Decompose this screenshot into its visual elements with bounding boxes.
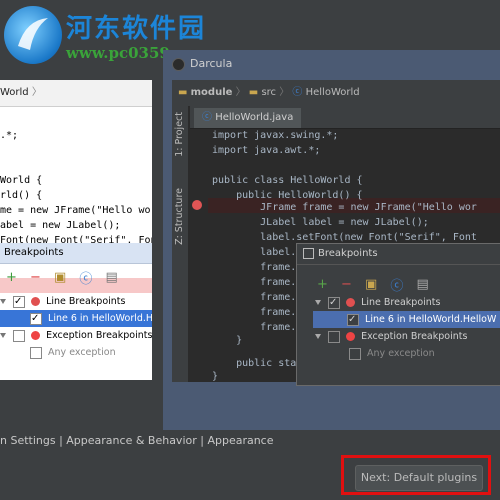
code-line: label. <box>212 247 297 258</box>
tree-item-line-6[interactable]: Line 6 in HelloWorld.HelloW <box>0 310 152 327</box>
remove-icon[interactable]: − <box>30 270 41 285</box>
document-icon[interactable]: ▤ <box>106 270 118 285</box>
breadcrumb: World 〉 <box>0 80 152 107</box>
code-line: public sta <box>212 358 297 369</box>
code-line: rld() { <box>0 190 43 201</box>
breakpoint-icon[interactable] <box>192 200 202 210</box>
tab-helloworld[interactable]: ⓒ HelloWorld.java <box>194 108 302 128</box>
highlight-box <box>341 455 491 495</box>
breakpoints-toolbar: + − ▣ ⓒ ▤ <box>297 274 500 294</box>
code-line: frame. <box>212 262 297 273</box>
code-line: JLabel label = new JLabel(); <box>212 217 429 228</box>
folder-icon: ▬ <box>248 87 259 98</box>
checkbox[interactable] <box>30 346 42 359</box>
expand-icon[interactable] <box>315 300 321 305</box>
breadcrumb: ▬ module 〉 ▬ src 〉 ⓒ HelloWorld <box>172 80 500 107</box>
class-icon: ⓒ <box>202 112 212 123</box>
folder-icon[interactable]: ▣ <box>54 270 66 285</box>
class-icon[interactable]: ⓒ <box>79 268 92 287</box>
settings-path: n Settings | Appearance & Behavior | App… <box>0 434 274 447</box>
watermark-title: 河东软件园 <box>66 14 207 44</box>
exception-icon <box>346 332 356 341</box>
breadcrumb-file: World <box>0 87 29 98</box>
tree-item-any-exception[interactable]: Any exception <box>349 345 435 362</box>
document-icon[interactable]: ▤ <box>417 277 429 292</box>
tool-window-strip: 1: Project Z: Structure <box>172 106 188 382</box>
checkbox[interactable] <box>347 311 359 328</box>
checkbox[interactable] <box>13 329 26 342</box>
breadcrumb-file[interactable]: HelloWorld <box>306 87 360 98</box>
code-line: me = new JFrame("Hello wor <box>0 205 152 216</box>
logo-icon <box>18 18 48 50</box>
code-line: frame. <box>212 292 297 303</box>
code-line: World { <box>0 175 43 186</box>
breakpoints-toolbar: + − ▣ ⓒ ▤ <box>0 267 152 289</box>
expand-icon[interactable] <box>0 299 6 304</box>
breakpoints-dialog[interactable]: Breakpoints + − ▣ ⓒ ▤ Line Breakpoints L… <box>296 243 500 386</box>
checkbox[interactable] <box>30 310 42 327</box>
window-icon <box>303 247 314 259</box>
tree-item-line-breakpoints[interactable]: Line Breakpoints <box>0 293 152 310</box>
theme-radio-button[interactable] <box>172 58 185 71</box>
code-line: JFrame frame = new JFrame("Hello wor <box>212 202 477 213</box>
tree-item-exception-breakpoints[interactable]: Exception Breakpoints <box>0 327 152 344</box>
checkbox[interactable] <box>328 294 341 311</box>
class-icon[interactable]: ⓒ <box>390 275 403 294</box>
exception-icon <box>31 331 41 340</box>
code-line: abel = new JLabel(); <box>0 220 121 231</box>
code-line: import javax.swing.*; <box>212 130 339 141</box>
intellij-theme-preview[interactable]: World 〉 .*; World { rld() { me = new JFr… <box>0 80 152 380</box>
tree-item-exception-breakpoints[interactable]: Exception Breakpoints <box>315 328 467 345</box>
expand-icon[interactable] <box>0 333 6 338</box>
code-line: import java.awt.*; <box>212 145 321 156</box>
project-tab[interactable]: 1: Project <box>174 112 185 157</box>
checkbox[interactable] <box>349 347 361 360</box>
editor-tabs: ⓒ HelloWorld.java <box>190 106 500 129</box>
checkbox[interactable] <box>328 330 341 343</box>
code-line: frame. <box>212 307 297 318</box>
folder-icon: ▬ <box>178 87 188 98</box>
breakpoint-icon <box>346 298 356 307</box>
expand-icon[interactable] <box>315 334 321 339</box>
class-icon: ⓒ <box>292 87 303 98</box>
checkbox[interactable] <box>13 293 26 310</box>
add-icon[interactable]: + <box>317 277 328 292</box>
breadcrumb-src[interactable]: src <box>261 87 276 98</box>
structure-tab[interactable]: Z: Structure <box>174 188 185 245</box>
code-line: public class HelloWorld { <box>212 175 363 186</box>
tree-item-line-breakpoints[interactable]: Line Breakpoints <box>315 294 440 311</box>
code-line: .*; <box>0 130 19 141</box>
folder-icon[interactable]: ▣ <box>365 277 377 292</box>
tree-item-line-6[interactable]: Line 6 in HelloWorld.HelloW <box>313 311 500 328</box>
watermark-logo <box>4 6 62 64</box>
breakpoint-icon <box>31 297 41 306</box>
add-icon[interactable]: + <box>6 270 17 285</box>
code-line: } <box>212 371 219 382</box>
tree-item-any-exception[interactable]: Any exception <box>30 344 116 361</box>
remove-icon[interactable]: − <box>341 277 352 292</box>
code-line: frame. <box>212 277 297 288</box>
breakpoints-dialog-title: Breakpoints <box>297 244 500 265</box>
breadcrumb-module[interactable]: module <box>191 87 233 98</box>
theme-radio-label[interactable]: Darcula <box>190 57 232 70</box>
code-line: } <box>212 335 243 346</box>
breakpoints-dialog-title: Breakpoints <box>0 243 152 264</box>
